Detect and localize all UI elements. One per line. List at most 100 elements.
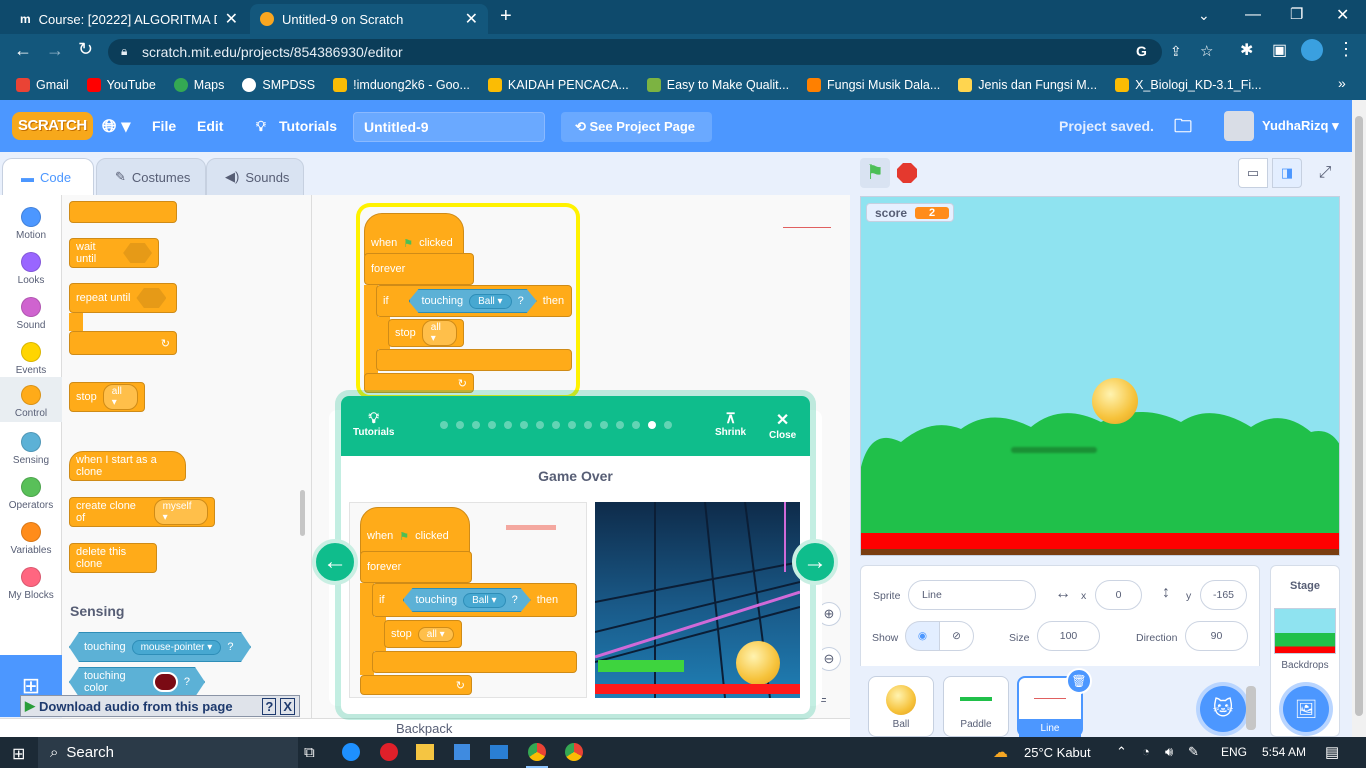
- bookmark-drive-1[interactable]: !imduong2k6 - Goo...: [333, 78, 470, 92]
- sprite-dropdown[interactable]: Ball ▾: [469, 294, 512, 309]
- category-motion[interactable]: Motion: [0, 199, 62, 244]
- browser-tab-course[interactable]: m Course: [20222] ALGORITMA DAN ✕: [10, 4, 248, 34]
- volume-icon[interactable]: 🔊︎: [1165, 744, 1173, 760]
- bookmark-smpdss[interactable]: SMPDSS: [242, 78, 315, 92]
- task-view-icon[interactable]: ⧉: [304, 744, 315, 761]
- chrome-icon[interactable]: [528, 743, 546, 761]
- download-audio-bar[interactable]: ▶ Download audio from this page ? X: [20, 695, 300, 717]
- x-input[interactable]: 0: [1095, 580, 1142, 610]
- tutorial-step-dot[interactable]: [456, 421, 464, 429]
- tutorial-next-button[interactable]: →: [792, 539, 838, 585]
- edge-icon[interactable]: [342, 743, 360, 761]
- category-my-blocks[interactable]: My Blocks: [0, 559, 62, 604]
- stop-dropdown[interactable]: all ▾: [102, 384, 138, 410]
- sidebar-icon[interactable]: ▣: [1272, 40, 1287, 60]
- edit-menu[interactable]: Edit: [197, 100, 223, 152]
- weather-text[interactable]: 25°C Kabut: [1024, 745, 1091, 760]
- tutorial-step-dot[interactable]: [600, 421, 608, 429]
- project-title-input[interactable]: Untitled-9: [353, 112, 545, 142]
- tutorial-step-dot[interactable]: [648, 421, 656, 429]
- more-bookmarks-icon[interactable]: »: [1338, 75, 1346, 91]
- choose-backdrop-button[interactable]: 🖼︎: [1283, 686, 1329, 732]
- tab-code[interactable]: ▬ Code: [2, 158, 94, 196]
- my-stuff-folder-icon[interactable]: 🗀: [1174, 100, 1192, 152]
- direction-input[interactable]: 90: [1185, 621, 1248, 651]
- backpack[interactable]: Backpack: [0, 718, 850, 737]
- browser-tab-scratch[interactable]: Untitled-9 on Scratch ✕: [250, 4, 488, 34]
- sprite-tile-ball[interactable]: Ball: [868, 676, 934, 737]
- forward-icon[interactable]: →: [46, 40, 64, 61]
- color-swatch[interactable]: [153, 672, 177, 692]
- touching-dropdown[interactable]: mouse-pointer ▾: [132, 640, 222, 655]
- tutorial-prev-button[interactable]: ←: [312, 539, 358, 585]
- clock[interactable]: 5:54 AM: [1262, 745, 1306, 759]
- sprite-tile-paddle[interactable]: Paddle: [943, 676, 1009, 737]
- category-variables[interactable]: Variables: [0, 514, 62, 559]
- bookmark-youtube[interactable]: YouTube: [86, 78, 156, 92]
- close-tab-icon[interactable]: ✕: [465, 9, 478, 29]
- sprite-list-scrollbar[interactable]: [1246, 686, 1256, 730]
- block-touching-color[interactable]: touching color?: [69, 667, 205, 697]
- share-icon[interactable]: ⇪: [1170, 43, 1182, 60]
- mail-icon[interactable]: [490, 745, 508, 759]
- tab-costumes[interactable]: ✎ Costumes: [96, 158, 206, 196]
- tutorial-step-dot[interactable]: [664, 421, 672, 429]
- close-tutorial-button[interactable]: ✕ Close: [769, 410, 796, 441]
- url-field[interactable]: scratch.mit.edu/projects/854386930/edito…: [108, 39, 1162, 65]
- block-when-clone[interactable]: when I start as a clone: [69, 451, 186, 481]
- page-scrollbar[interactable]: [1352, 100, 1366, 737]
- bookmark-maps[interactable]: Maps: [173, 78, 224, 92]
- file-menu[interactable]: File: [152, 100, 176, 152]
- small-stage-icon[interactable]: ▭: [1238, 158, 1268, 188]
- block-wait-until[interactable]: wait until: [69, 238, 159, 268]
- notification-icon[interactable]: ▤: [1325, 743, 1339, 761]
- tab-sounds[interactable]: ◀) Sounds: [206, 158, 304, 196]
- tutorial-step-dot[interactable]: [552, 421, 560, 429]
- menu-icon[interactable]: ⋮: [1337, 39, 1355, 60]
- page-scrollbar-thumb[interactable]: [1355, 116, 1363, 716]
- show-visible-button[interactable]: ◉: [905, 621, 940, 651]
- stage-canvas[interactable]: score 2: [860, 196, 1340, 556]
- tutorial-step-dot[interactable]: [584, 421, 592, 429]
- clone-dropdown[interactable]: myself ▾: [153, 499, 208, 525]
- tutorial-step-dot[interactable]: [536, 421, 544, 429]
- category-control[interactable]: Control: [0, 377, 62, 422]
- tutorial-step-dot[interactable]: [488, 421, 496, 429]
- minimize-icon[interactable]: —: [1245, 6, 1261, 24]
- bookmark-biologi[interactable]: X_Biologi_KD-3.1_Fi...: [1115, 78, 1262, 92]
- tray-chevron-icon[interactable]: ⌃: [1116, 744, 1127, 760]
- language-globe-icon[interactable]: 🌐︎ ▾: [102, 100, 130, 152]
- help-icon[interactable]: ?: [262, 697, 277, 715]
- username-menu[interactable]: YudhaRizq ▾: [1262, 100, 1339, 152]
- language-indicator[interactable]: ENG: [1221, 745, 1247, 759]
- category-sound[interactable]: Sound: [0, 289, 62, 334]
- category-sensing[interactable]: Sensing: [0, 424, 62, 469]
- script-touching-ball[interactable]: touching Ball ▾?: [409, 289, 537, 313]
- chrome-icon[interactable]: [565, 743, 583, 761]
- sprite-name-input[interactable]: Line: [908, 580, 1036, 610]
- reload-icon[interactable]: ↻: [78, 39, 93, 60]
- y-input[interactable]: -165: [1200, 580, 1247, 610]
- opera-icon[interactable]: [380, 743, 398, 761]
- close-window-icon[interactable]: ✕: [1336, 5, 1349, 25]
- user-avatar[interactable]: [1224, 111, 1254, 141]
- shrink-button[interactable]: ⊼ Shrink: [715, 410, 746, 438]
- profile-avatar[interactable]: [1301, 39, 1323, 61]
- show-hidden-button[interactable]: ⊘: [939, 621, 974, 651]
- block-delete-clone[interactable]: delete this clone: [69, 543, 157, 573]
- tutorial-step-dot[interactable]: [520, 421, 528, 429]
- delete-sprite-button[interactable]: 🗑︎: [1066, 668, 1092, 694]
- tutorial-step-dot[interactable]: [568, 421, 576, 429]
- script-if-then[interactable]: if touching Ball ▾? then: [376, 285, 572, 317]
- store-icon[interactable]: [454, 744, 470, 760]
- tutorial-step-dot[interactable]: [472, 421, 480, 429]
- choose-sprite-button[interactable]: 🐱︎: [1200, 686, 1246, 732]
- script-stop-all[interactable]: stop all ▾: [388, 319, 464, 347]
- script-forever[interactable]: forever: [364, 253, 474, 285]
- category-events[interactable]: Events: [0, 334, 62, 379]
- block-create-clone[interactable]: create clone of myself ▾: [69, 497, 215, 527]
- block-stop[interactable]: stop all ▾: [69, 382, 145, 412]
- tutorial-step-dot[interactable]: [632, 421, 640, 429]
- block-repeat-until[interactable]: repeat until: [69, 283, 177, 313]
- bookmark-drive-2[interactable]: KAIDAH PENCACA...: [487, 78, 629, 92]
